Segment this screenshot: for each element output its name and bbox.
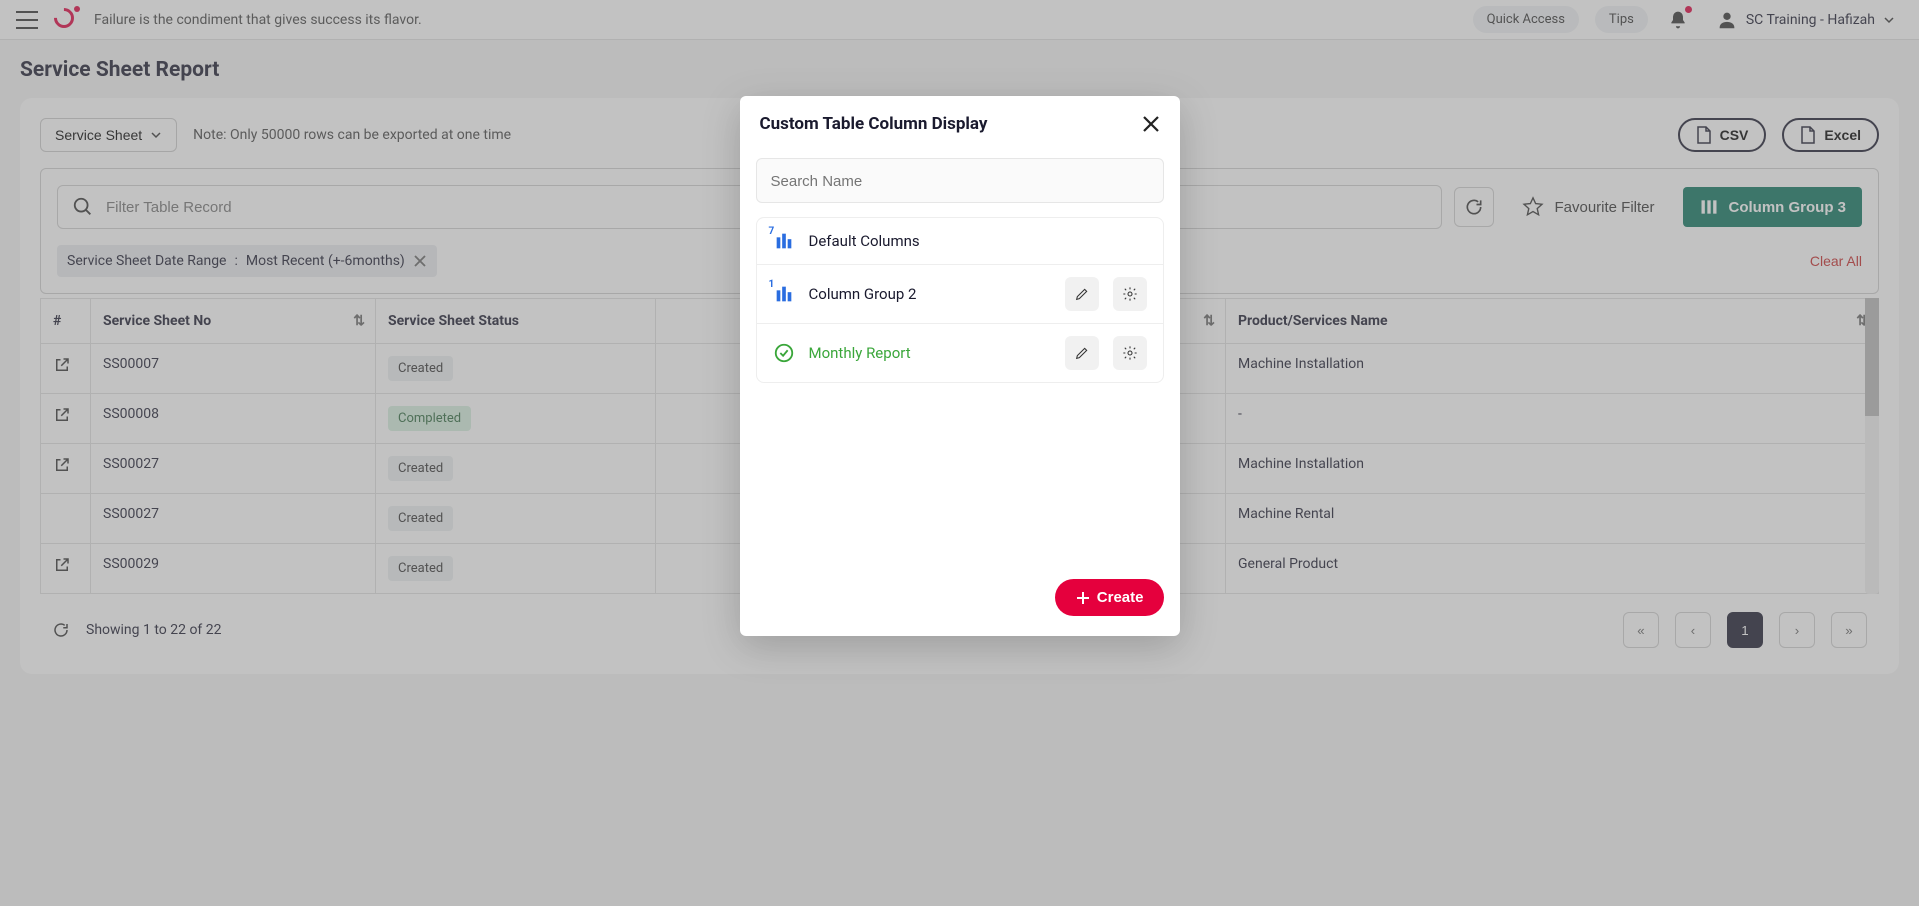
column-group-list: 7 Default Columns 1 Column Group 2 Monthly R… [756,217,1164,383]
plus-icon [1075,590,1091,606]
group-count-badge: 7 [769,226,775,237]
edit-icon[interactable] [1065,277,1099,311]
column-display-modal: Custom Table Column Display 7 Default Col… [740,96,1180,636]
gear-icon[interactable] [1113,277,1147,311]
column-group-item[interactable]: Monthly Report [757,324,1163,382]
modal-search-input[interactable] [771,173,1149,190]
modal-close-icon[interactable] [1142,115,1160,133]
create-button[interactable]: Create [1055,579,1164,616]
check-circle-icon [773,342,795,364]
columns-icon [773,230,795,252]
modal-overlay[interactable]: Custom Table Column Display 7 Default Col… [0,0,1919,906]
modal-search[interactable] [756,158,1164,203]
group-count-badge: 1 [769,279,775,290]
group-name: Monthly Report [809,344,1051,362]
gear-icon[interactable] [1113,336,1147,370]
column-group-item[interactable]: 7 Default Columns [757,218,1163,265]
group-name: Default Columns [809,232,1147,250]
edit-icon[interactable] [1065,336,1099,370]
column-group-item[interactable]: 1 Column Group 2 [757,265,1163,324]
columns-icon [773,283,795,305]
group-name: Column Group 2 [809,285,1051,303]
modal-title: Custom Table Column Display [760,114,988,134]
